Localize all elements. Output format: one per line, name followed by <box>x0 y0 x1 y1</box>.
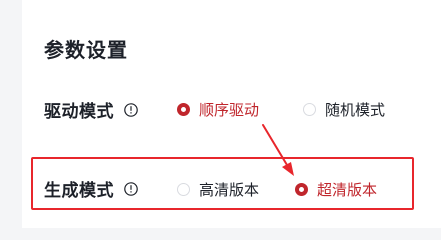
radio-option-random[interactable]: 随机模式 <box>303 99 385 120</box>
option-label: 顺序驱动 <box>199 101 260 119</box>
section-title: 参数设置 <box>44 38 128 62</box>
info-icon[interactable] <box>124 102 138 117</box>
option-label: 随机模式 <box>325 101 386 119</box>
radio-unselected-icon[interactable] <box>303 103 316 116</box>
drive-mode-label: 驱动模式 <box>44 101 114 122</box>
highlight-box <box>31 157 414 210</box>
radio-selected-icon[interactable] <box>177 103 190 116</box>
drive-mode-row: 驱动模式 <box>44 94 138 124</box>
radio-option-sequential[interactable]: 顺序驱动 <box>177 99 259 120</box>
